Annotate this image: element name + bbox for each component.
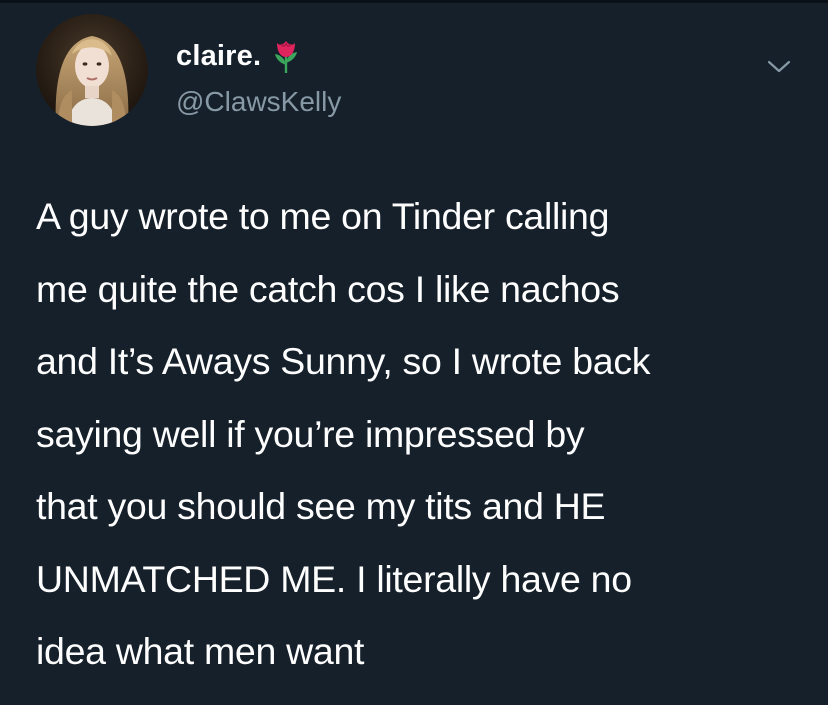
user-handle[interactable]: @ClawsKelly xyxy=(176,86,341,118)
tweet-text-line: saying well if you’re impressed by xyxy=(36,412,585,455)
tweet-text-line: that you should see my tits and HE xyxy=(36,485,606,527)
tweet-text-line: me quite the catch cos I like nachos xyxy=(36,267,620,310)
avatar[interactable] xyxy=(36,14,148,126)
tweet-text: A guy wrote to me on Tinder calling me q… xyxy=(36,180,806,688)
chevron-down-icon[interactable] xyxy=(766,58,792,76)
display-name[interactable]: claire. xyxy=(176,40,261,73)
tweet-text-line: and It’s Aways Sunny, so I wrote back xyxy=(36,340,651,382)
rose-icon xyxy=(271,38,301,74)
top-edge xyxy=(0,0,828,3)
author-name-row[interactable]: claire. xyxy=(176,36,301,76)
tweet-header: claire. @ClawsKelly xyxy=(36,14,796,138)
tweet-text-line: UNMATCHED ME. I literally have no xyxy=(36,557,632,600)
avatar-photo xyxy=(36,14,148,126)
tweet-text-line: idea what men want xyxy=(36,630,365,672)
tweet-text-line: A guy wrote to me on Tinder calling xyxy=(36,195,610,237)
